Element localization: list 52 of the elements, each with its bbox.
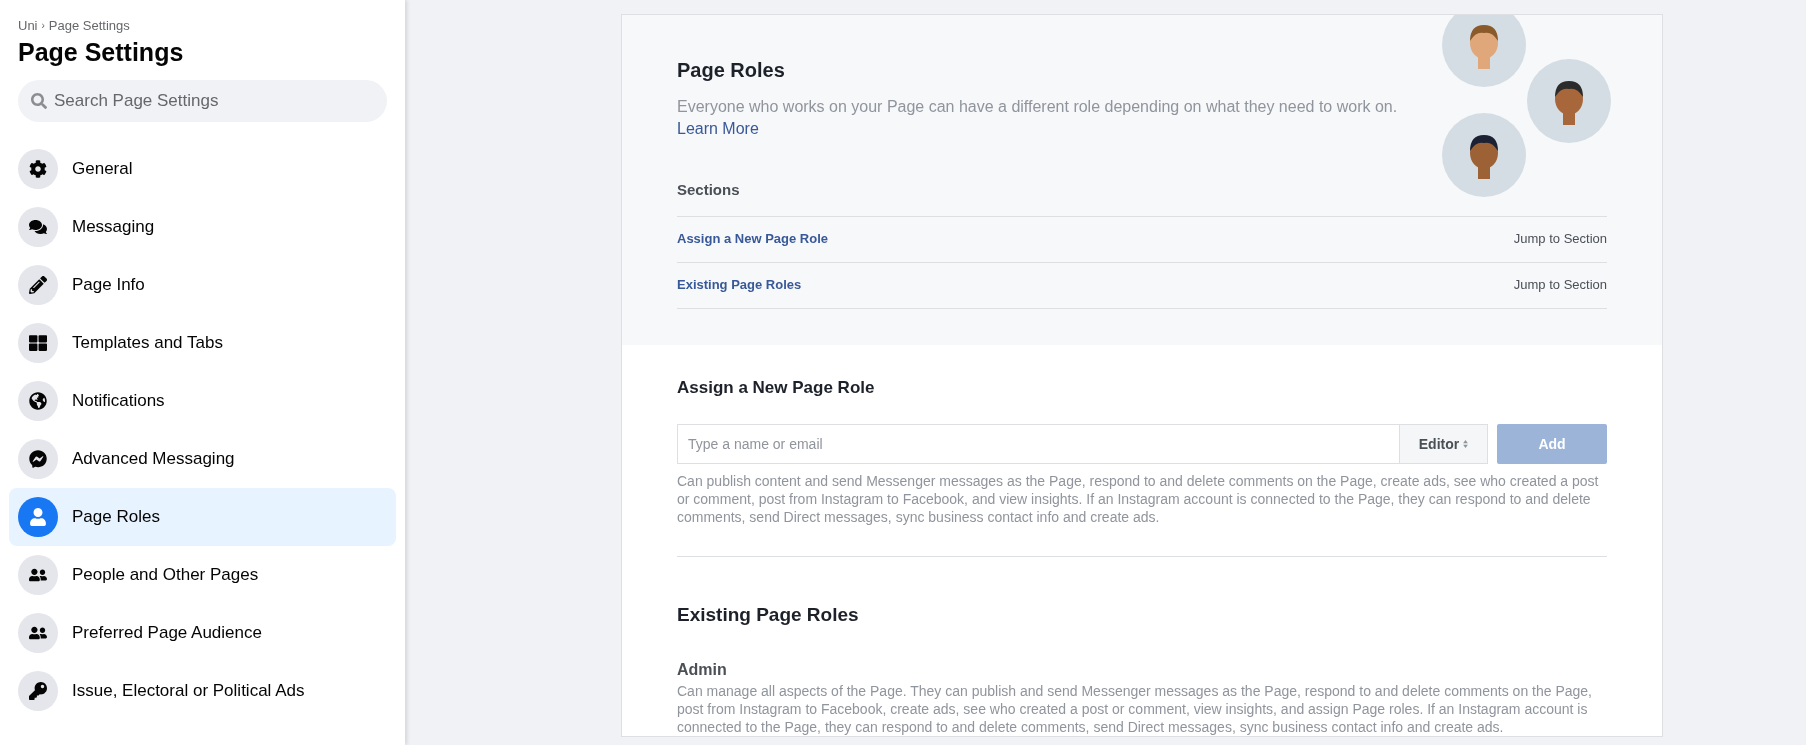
- section-link[interactable]: Assign a New Page Role: [677, 229, 828, 249]
- sections-heading: Sections: [677, 180, 741, 200]
- grid-icon: [29, 333, 47, 352]
- sidebar-item[interactable]: Page Roles: [9, 487, 396, 546]
- chat-bubbles-icon: [29, 217, 47, 236]
- avatar-silhouette-icon: [1442, 113, 1526, 197]
- sort-caret-icon: [1463, 440, 1469, 448]
- sidebar-item-label: Page Roles: [72, 505, 160, 528]
- messenger-icon: [29, 449, 47, 468]
- sidebar-item[interactable]: Advanced Messaging: [9, 429, 396, 488]
- learn-more-link[interactable]: Learn More: [677, 120, 759, 137]
- sidebar-item[interactable]: General: [9, 139, 396, 198]
- pencil-icon: [29, 275, 47, 294]
- breadcrumb-current: Page Settings: [48, 17, 130, 35]
- role-description: Can publish content and send Messenger messages as the Page, respond to and delete comments on the Page, create ads, see who created a post or comment, post from Instagram to Facebook, and view insights. If an Instagram account is connected to the Page, they can respond to and delete comments, send Direct messages, sync business contact info and create ads.: [677, 472, 1600, 526]
- name-input-field[interactable]: Type a name or email: [677, 424, 1400, 464]
- sidebar-item[interactable]: Preferred Page Audience: [9, 603, 396, 662]
- sidebar-item-label: Issue, Electoral or Political Ads: [72, 679, 305, 702]
- globe-icon: [29, 391, 47, 410]
- sidebar-item[interactable]: Notifications: [9, 371, 396, 430]
- role-name: Admin: [677, 659, 728, 680]
- breadcrumb-separator: ›: [41, 19, 45, 34]
- sidebar-item[interactable]: People and Other Pages: [9, 545, 396, 604]
- sidebar-item-label: Messaging: [72, 215, 155, 238]
- sidebar-item-label: Notifications: [72, 389, 165, 412]
- search-field[interactable]: Search Page Settings: [18, 79, 387, 122]
- jump-to-section-link[interactable]: Jump to Section: [1513, 275, 1607, 295]
- key-icon: [29, 681, 47, 700]
- sidebar-item[interactable]: Issue, Electoral or Political Ads: [9, 661, 396, 720]
- jump-to-section-link[interactable]: Jump to Section: [1513, 229, 1607, 249]
- breadcrumb-link[interactable]: Uni: [18, 16, 38, 36]
- search-icon: [31, 92, 47, 109]
- sidebar-item-label: Page Info: [72, 273, 145, 296]
- role-description: Can manage all aspects of the Page. They can publish and send Messenger messages as the Page, respond to and delete comments on the Page, post from Instagram to Facebook, create ads, see who created a post or comment, view insights, and assign Page roles. If an Instagram account is connected to the Page, they can respond to and delete comments, send Direct messages, sync business contact info and create ads.: [677, 681, 1593, 736]
- sidebar-title: Page Settings: [17, 36, 185, 68]
- sidebar-item-label: Advanced Messaging: [72, 447, 235, 470]
- role-dropdown[interactable]: Editor: [1400, 424, 1488, 464]
- page-title: Page Roles: [677, 58, 786, 83]
- avatar-silhouette-icon: [1527, 59, 1611, 143]
- sidebar-item[interactable]: Page Info: [9, 255, 396, 314]
- sidebar-item-label: Templates and Tabs: [72, 331, 223, 354]
- sidebar-item[interactable]: Templates and Tabs: [9, 313, 396, 372]
- gear-icon: [29, 159, 47, 178]
- page-description: Everyone who works on your Page can have a different role depending on what they need to work on.: [677, 97, 1399, 117]
- sidebar-item-label: People and Other Pages: [72, 563, 259, 586]
- section-title: Existing Page Roles: [677, 603, 860, 627]
- sidebar-item-label: Preferred Page Audience: [72, 621, 262, 644]
- sidebar-item[interactable]: Messaging: [9, 197, 396, 256]
- sidebar-item-label: General: [72, 157, 133, 180]
- person-icon: [29, 507, 47, 526]
- section-title: Assign a New Page Role: [677, 376, 876, 399]
- section-link[interactable]: Existing Page Roles: [677, 275, 802, 295]
